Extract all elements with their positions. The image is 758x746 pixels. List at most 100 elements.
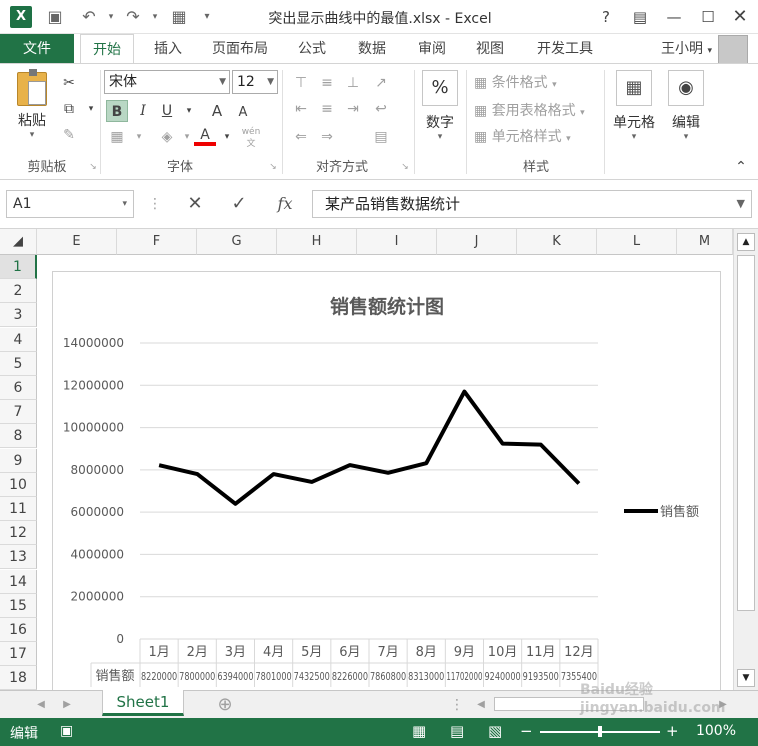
grow-font-button[interactable]: A <box>206 100 228 122</box>
border-dropdown-icon[interactable]: ▾ <box>128 126 150 148</box>
tab-insert[interactable]: 插入 <box>146 34 190 64</box>
form-icon[interactable]: ▦ <box>168 6 190 28</box>
collapse-ribbon-icon[interactable]: ⌃ <box>730 156 752 178</box>
row-header-15[interactable]: 15 <box>0 593 37 618</box>
close-button[interactable]: ✕ <box>726 4 754 30</box>
redo-dropdown-icon[interactable]: ▾ <box>144 6 166 28</box>
merge-center-icon[interactable]: ▤ <box>370 126 392 148</box>
select-all-corner[interactable]: ◢ <box>0 229 37 255</box>
font-name-select[interactable]: 宋体 ▼ <box>104 70 230 94</box>
normal-view-icon[interactable]: ▦ <box>412 722 426 740</box>
tab-data[interactable]: 数据 <box>350 34 394 64</box>
worksheet-grid[interactable]: ◢ EFGHIJKLM 1 2 3 4 5 6 7 8 9 10 11 12 13 14 15 16 17 18 … <box>0 228 758 691</box>
column-header-e[interactable]: E <box>37 229 117 255</box>
row-header-5[interactable]: 5 <box>0 351 37 376</box>
orientation-icon[interactable]: ↗ <box>370 72 392 94</box>
formula-input[interactable]: 某产品销售数据统计 ▼ <box>312 190 752 218</box>
column-header-i[interactable]: I <box>357 229 437 255</box>
tab-review[interactable]: 审阅 <box>410 34 454 64</box>
line-chart[interactable]: 销售额统计图 0 2000000 4000000 6000000 8000000 10000… <box>52 271 721 691</box>
zoom-level[interactable]: 100% <box>696 723 736 739</box>
column-header-f[interactable]: F <box>117 229 197 255</box>
dialog-launcher-icon[interactable]: ↘ <box>262 156 284 178</box>
phonetic-guide-button[interactable]: wén 文 <box>240 126 262 149</box>
shrink-font-button[interactable]: A <box>232 102 254 124</box>
tab-home[interactable]: 开始 <box>80 34 134 64</box>
cell-styles-button[interactable]: ▦ 单元格样式 ▾ <box>474 126 571 146</box>
row-header-17[interactable]: 17 <box>0 642 37 667</box>
column-header-l[interactable]: L <box>597 229 677 255</box>
scroll-left-icon[interactable]: ◀ <box>470 694 492 716</box>
name-box[interactable]: A1 ▾ <box>6 190 134 218</box>
row-header-6[interactable]: 6 <box>0 376 37 400</box>
macro-record-icon[interactable]: ▣ <box>60 723 73 739</box>
scroll-thumb[interactable] <box>737 255 755 611</box>
column-header-m[interactable]: M <box>677 229 733 255</box>
fill-color-icon[interactable]: ◈ <box>156 126 178 148</box>
align-center-icon[interactable]: ≡ <box>316 98 338 120</box>
align-bottom-icon[interactable]: ⊥ <box>342 72 364 94</box>
save-icon[interactable]: ▣ <box>44 6 66 28</box>
align-top-icon[interactable]: ⊤ <box>290 72 312 94</box>
font-color-dropdown-icon[interactable]: ▾ <box>216 126 238 148</box>
maximize-button[interactable]: ☐ <box>694 4 722 30</box>
column-header-g[interactable]: G <box>197 229 277 255</box>
align-left-icon[interactable]: ⇤ <box>290 98 312 120</box>
tab-view[interactable]: 视图 <box>468 34 512 64</box>
vertical-scrollbar[interactable]: ▲ ▼ <box>733 229 758 691</box>
row-header-8[interactable]: 8 <box>0 424 37 449</box>
row-header-10[interactable]: 10 <box>0 472 37 497</box>
column-header-j[interactable]: J <box>437 229 517 255</box>
increase-indent-icon[interactable]: ⇒ <box>316 126 338 148</box>
cancel-icon[interactable]: ✕ <box>184 193 206 215</box>
zoom-slider-thumb[interactable] <box>598 726 602 737</box>
scroll-up-icon[interactable]: ▲ <box>737 233 755 251</box>
row-header-2[interactable]: 2 <box>0 279 37 304</box>
underline-button[interactable]: U <box>156 100 178 122</box>
row-header-18[interactable]: 18 <box>0 666 37 691</box>
tab-developer[interactable]: 开发工具 <box>528 34 602 64</box>
row-header-1[interactable]: 1 <box>0 255 37 279</box>
align-right-icon[interactable]: ⇥ <box>342 98 364 120</box>
cells-button[interactable]: ▦ 单元格 ▾ <box>610 70 658 142</box>
user-name[interactable]: 王小明 ▾ <box>661 34 712 64</box>
ribbon-display-options-icon[interactable]: ▤ <box>626 4 654 30</box>
format-painter-icon[interactable]: ✎ <box>58 124 80 146</box>
row-header-14[interactable]: 14 <box>0 569 37 594</box>
row-header-11[interactable]: 11 <box>0 497 37 521</box>
align-middle-icon[interactable]: ≡ <box>316 72 338 94</box>
tab-file[interactable]: 文件 <box>0 34 74 64</box>
zoom-in-icon[interactable]: + <box>666 722 679 740</box>
italic-button[interactable]: I <box>132 100 154 122</box>
tab-page-layout[interactable]: 页面布局 <box>204 34 276 64</box>
conditional-formatting-button[interactable]: ▦ 条件格式 ▾ <box>474 72 557 92</box>
row-header-3[interactable]: 3 <box>0 303 37 328</box>
border-icon[interactable]: ▦ <box>106 126 128 148</box>
customize-qat-icon[interactable]: ▾ <box>196 6 218 28</box>
number-format-button[interactable]: % 数字 ▾ <box>420 70 460 142</box>
editing-button[interactable]: ◉ 编辑 ▾ <box>664 70 708 142</box>
row-header-7[interactable]: 7 <box>0 400 37 425</box>
sheet-tab-sheet1[interactable]: Sheet1 <box>102 690 184 716</box>
undo-icon[interactable]: ↶ <box>78 6 100 28</box>
wrap-text-icon[interactable]: ↩ <box>370 98 392 120</box>
undo-dropdown-icon[interactable]: ▾ <box>100 6 122 28</box>
zoom-out-icon[interactable]: − <box>520 722 533 740</box>
column-header-k[interactable]: K <box>517 229 597 255</box>
enter-icon[interactable]: ✓ <box>228 193 250 215</box>
tab-formulas[interactable]: 公式 <box>290 34 334 64</box>
copy-icon[interactable]: ⧉ <box>58 98 80 120</box>
decrease-indent-icon[interactable]: ⇐ <box>290 126 312 148</box>
dialog-launcher-icon[interactable]: ↘ <box>394 156 416 178</box>
page-layout-view-icon[interactable]: ▤ <box>450 722 464 740</box>
column-header-h[interactable]: H <box>277 229 357 255</box>
help-button[interactable]: ? <box>592 4 620 30</box>
row-header-9[interactable]: 9 <box>0 448 37 473</box>
row-header-13[interactable]: 13 <box>0 545 37 570</box>
page-break-view-icon[interactable]: ▧ <box>488 722 502 740</box>
cut-icon[interactable]: ✂ <box>58 72 80 94</box>
font-color-button[interactable]: A <box>194 124 216 146</box>
add-sheet-icon[interactable]: ⊕ <box>214 694 236 716</box>
scroll-down-icon[interactable]: ▼ <box>737 669 755 687</box>
row-header-4[interactable]: 4 <box>0 327 37 352</box>
